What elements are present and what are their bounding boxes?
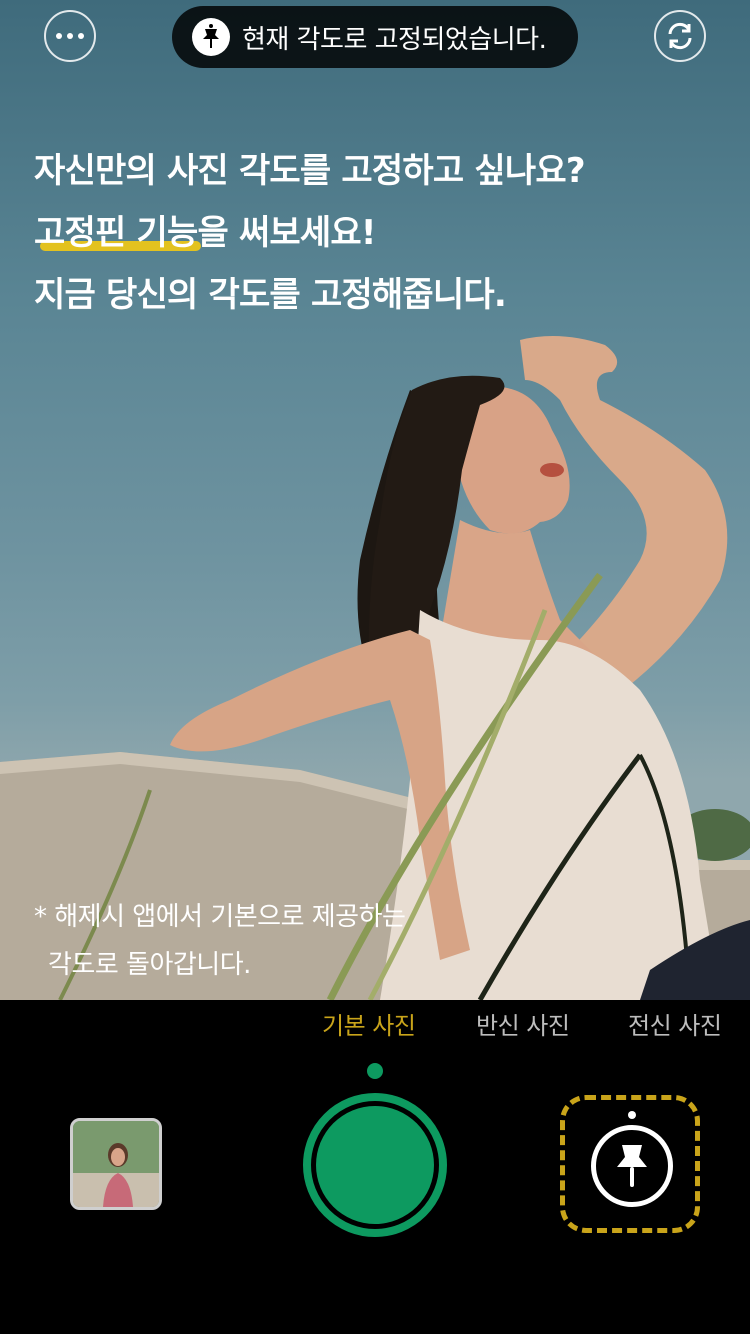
pin-button-circle[interactable] <box>591 1125 673 1207</box>
camera-screen: 현재 각도로 고정되었습니다. 자신만의 사진 각도를 고정하고 싶나요? 고정… <box>0 0 750 1334</box>
pin-status-dot <box>628 1111 636 1119</box>
status-toast: 현재 각도로 고정되었습니다. <box>172 6 578 68</box>
headline-line-2-rest: 을 써보세요! <box>197 213 376 253</box>
headline-highlight: 고정핀 기능 <box>34 213 198 253</box>
more-dots-icon <box>56 33 84 39</box>
headline: 자신만의 사진 각도를 고정하고 싶나요? 고정핀 기능을 써보세요! 지금 당… <box>34 140 586 326</box>
toast-message: 현재 각도로 고정되었습니다. <box>242 24 547 55</box>
shutter-inner <box>316 1106 434 1224</box>
shutter-button[interactable] <box>303 1093 447 1237</box>
headline-line-1: 자신만의 사진 각도를 고정하고 싶나요? <box>34 151 586 191</box>
note-line-2: 각도로 돌아갑니다. <box>48 950 251 980</box>
camera-viewfinder[interactable]: 현재 각도로 고정되었습니다. 자신만의 사진 각도를 고정하고 싶나요? 고정… <box>0 0 750 1000</box>
mode-half-body[interactable]: 반신 사진 <box>476 1006 570 1041</box>
headline-line-2: 고정핀 기능을 써보세요! <box>34 202 585 264</box>
mode-full-body[interactable]: 전신 사진 <box>628 1006 722 1041</box>
camera-flip-icon <box>668 22 692 50</box>
release-note: * 해제시 앱에서 기본으로 제공하는 각도로 돌아갑니다. <box>34 893 406 989</box>
mode-selector: 기본 사진 반신 사진 전신 사진 <box>0 1006 750 1050</box>
pin-icon <box>617 1145 647 1187</box>
camera-flip-button[interactable] <box>654 10 706 62</box>
mode-basic[interactable]: 기본 사진 <box>322 1006 416 1041</box>
pin-icon <box>192 18 230 56</box>
gallery-thumbnail[interactable] <box>70 1118 162 1210</box>
note-line-1: * 해제시 앱에서 기본으로 제공하는 <box>34 902 406 932</box>
thumbnail-photo <box>73 1121 159 1207</box>
more-options-button[interactable] <box>44 10 96 62</box>
active-mode-indicator <box>367 1063 383 1079</box>
headline-line-3: 지금 당신의 각도를 고정해줍니다. <box>34 275 507 315</box>
